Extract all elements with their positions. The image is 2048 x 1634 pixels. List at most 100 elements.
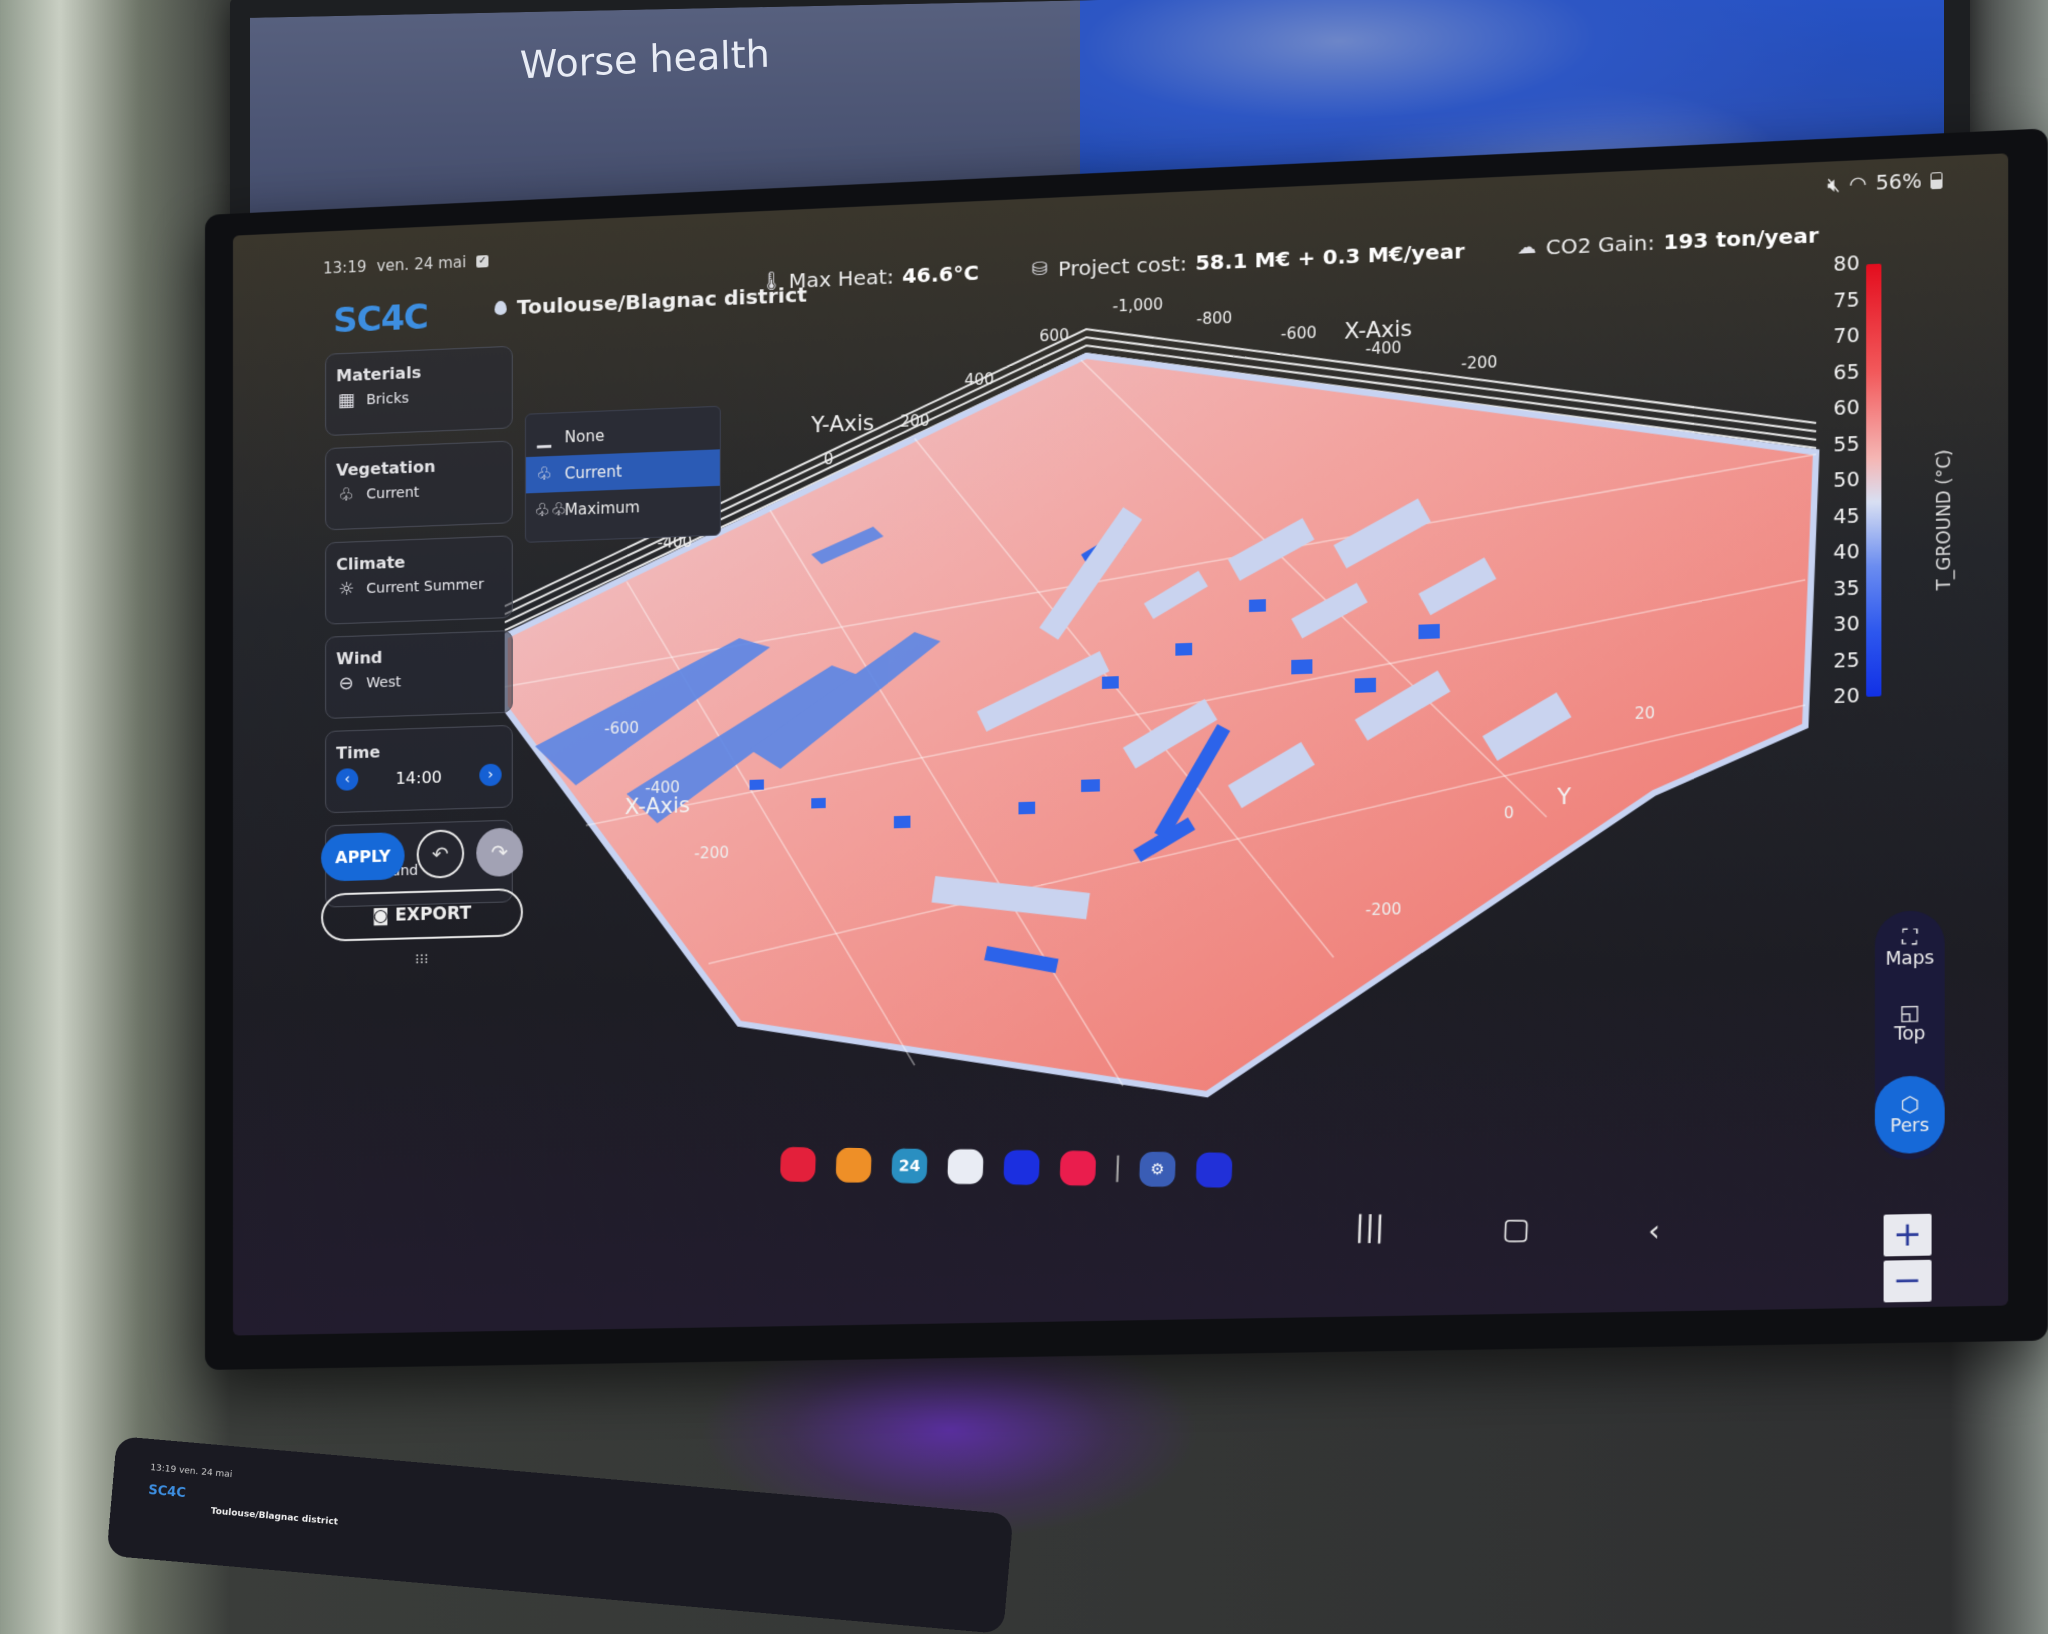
edge-tick: 20	[1635, 704, 1656, 723]
zoom-in-button[interactable]: +	[1883, 1213, 1932, 1257]
colorbar-tick: 75	[1833, 288, 1860, 313]
export-button[interactable]: ◙ EXPORT	[321, 887, 523, 942]
colorbar-tick: 65	[1833, 360, 1860, 385]
redo-icon: ↷	[490, 839, 508, 865]
export-label: EXPORT	[394, 903, 472, 926]
maps-label: Maps	[1885, 947, 1935, 971]
map-icon: ⛶	[1902, 924, 1918, 950]
app-dock: 24 ⚙	[779, 1146, 1233, 1188]
top-view-icon: ◱	[1899, 999, 1921, 1026]
wind-direction-icon: ⊖	[338, 672, 354, 695]
dock-app-clock[interactable]	[1195, 1152, 1233, 1188]
slide-text: Worse health	[519, 31, 771, 88]
card-value: Bricks	[366, 390, 409, 409]
battery-icon	[1930, 172, 1943, 190]
x-axis-title-front: X-Axis	[625, 793, 690, 819]
top-view-button[interactable]: ◱ Top	[1894, 999, 1926, 1046]
zoom-out-button[interactable]: −	[1883, 1259, 1932, 1303]
recents-button[interactable]: |||	[1354, 1209, 1385, 1243]
app-grid-icon[interactable]: ⁝⁝⁝	[415, 952, 429, 968]
mini-logo: SC4C	[147, 1482, 187, 1502]
app-logo: SC4C	[333, 297, 428, 342]
location-pin-icon	[494, 300, 507, 316]
tablet-device: 13:19 ven. 24 mai ✓ 🔇︎ ◠ 56% SC4C Toulou…	[205, 128, 2048, 1370]
y-axis-title-front: Y	[1556, 784, 1571, 809]
y-tick: 400	[964, 370, 994, 390]
bricks-icon: ▦	[337, 389, 355, 412]
dock-app-internet[interactable]	[1003, 1149, 1040, 1186]
y-axis-title-back: Y-Axis	[810, 411, 874, 438]
y-tick-front: 0	[1504, 804, 1514, 823]
vegetation-card[interactable]: Vegetation ♧ Current	[325, 440, 513, 531]
dock-app-messages[interactable]	[947, 1149, 984, 1185]
colorbar	[1866, 263, 1882, 697]
x-tick-front: -200	[694, 843, 729, 862]
action-buttons: APPLY ↶ ↷ ◙ EXPORT ⁝⁝⁝	[321, 827, 523, 968]
home-button[interactable]: ▢	[1501, 1211, 1531, 1246]
option-label: None	[564, 426, 605, 447]
apply-button[interactable]: APPLY	[321, 831, 405, 882]
database-icon: ⛁	[1031, 258, 1048, 281]
wind-card[interactable]: Wind ⊖ West	[325, 630, 513, 719]
colorbar-tick: 35	[1833, 576, 1860, 601]
sun-icon: ☼	[338, 578, 355, 601]
dock-app-screen-recorder[interactable]	[1059, 1150, 1097, 1186]
dropdown-option-maximum[interactable]: ♧♧ Maximum	[526, 486, 720, 530]
metric-project-cost: ⛁ Project cost: 58.1 M€ + 0.3 M€/year	[1029, 238, 1465, 282]
undo-button[interactable]: ↶	[416, 829, 464, 879]
mini-status: 13:19 ven. 24 mai	[149, 1463, 233, 1481]
time-value: 14:00	[395, 766, 442, 788]
tree-icon: ♧	[536, 463, 553, 485]
time-card: Time ‹ 14:00 ›	[325, 724, 513, 814]
climate-card[interactable]: Climate ☼ Current Summer	[325, 535, 513, 625]
top-label: Top	[1894, 1023, 1926, 1046]
x-tick: -200	[1461, 353, 1497, 373]
camera-icon: ◙	[372, 905, 389, 927]
back-button[interactable]: ‹	[1648, 1214, 1661, 1248]
metric-value: 46.6°C	[902, 260, 979, 289]
pers-label: Pers	[1890, 1115, 1930, 1138]
time-prev-button[interactable]: ‹	[336, 768, 359, 791]
x-tick: -1,000	[1112, 295, 1163, 316]
vegetation-dropdown: ▁ None ♧ Current ♧♧ Maximum	[524, 405, 721, 543]
status-time: 13:19	[323, 257, 367, 278]
x-tick-front: -600	[604, 719, 639, 738]
y-tick: 200	[900, 411, 930, 431]
metric-label: Max Heat:	[788, 264, 894, 294]
card-value: Current	[366, 484, 420, 503]
materials-card[interactable]: Materials ▦ Bricks	[325, 345, 513, 437]
colorbar-tick: 30	[1833, 612, 1860, 637]
card-label: Wind	[336, 647, 383, 669]
colorbar-tick: 55	[1833, 432, 1860, 457]
notification-check-icon: ✓	[476, 255, 489, 268]
tree-icon: ♧	[338, 484, 355, 506]
cube-icon: ⬡	[1900, 1091, 1920, 1118]
dock-app-files[interactable]	[835, 1147, 872, 1183]
colorbar-tick: 20	[1833, 684, 1860, 709]
navigation-bar: ||| ▢ ‹	[1354, 1209, 1661, 1248]
colorbar-tick: 50	[1833, 468, 1860, 493]
dock-app-settings[interactable]: ⚙	[1138, 1151, 1176, 1187]
view-mode-bar: ⛶ Maps ◱ Top ⬡ Pers	[1874, 909, 1945, 1161]
dock-app-notes[interactable]	[779, 1146, 817, 1182]
status-icons: 🔇︎ ◠ 56%	[1827, 169, 1943, 197]
metric-value: 58.1 M€ + 0.3 M€/year	[1195, 238, 1465, 276]
y-tick-front: -200	[1365, 900, 1401, 920]
card-label: Time	[336, 742, 381, 763]
card-label: Climate	[336, 552, 406, 575]
y-tick: 600	[1039, 326, 1069, 346]
metric-max-heat: 🌡︎ Max Heat: 46.6°C	[760, 260, 979, 294]
colorbar-tick: 70	[1833, 324, 1860, 349]
metric-label: CO2 Gain:	[1545, 229, 1655, 260]
metric-label: Project cost:	[1058, 250, 1187, 282]
perspective-view-button[interactable]: ⬡ Pers	[1874, 1075, 1945, 1155]
time-next-button[interactable]: ›	[479, 763, 502, 787]
colorbar-tick: 80	[1833, 252, 1860, 277]
maps-button[interactable]: ⛶ Maps	[1885, 924, 1935, 971]
wifi-6e-icon: ◠	[1848, 172, 1867, 197]
trees-icon: ♧♧	[534, 498, 567, 522]
colorbar-tick: 25	[1833, 648, 1860, 673]
redo-button[interactable]: ↷	[475, 827, 523, 878]
card-label: Materials	[336, 362, 422, 386]
dock-app-calendar[interactable]: 24	[891, 1148, 928, 1184]
